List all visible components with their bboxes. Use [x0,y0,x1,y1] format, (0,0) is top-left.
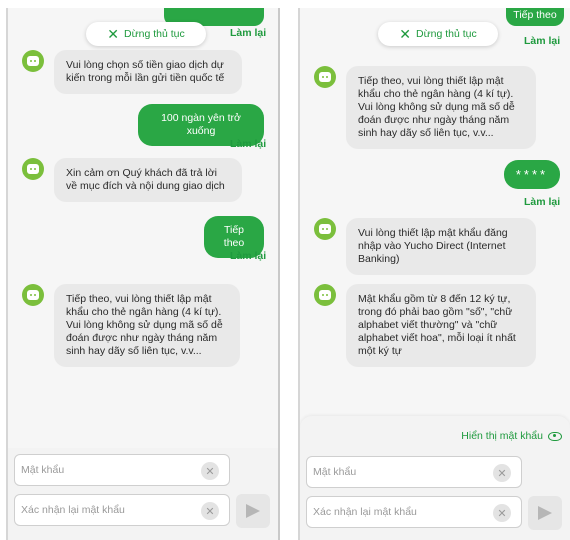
stop-procedure-label: Dừng thủ tục [416,28,477,40]
bot-message: Mật khẩu gồm từ 8 đến 12 ký tự, trong đó… [314,284,554,367]
redo-link[interactable]: Làm lại [524,196,560,208]
password-field[interactable]: ✕ [14,454,230,486]
bot-message: Tiếp theo, vui lòng thiết lập mật khẩu c… [314,66,554,149]
app-stage: ✕ Dừng thủ tục Làm lại Vui lòng chọn số … [0,0,570,540]
redo-link[interactable]: Làm lại [230,138,266,150]
close-icon: ✕ [107,25,119,42]
show-password-label: Hiển thị mật khẩu [461,430,543,442]
password-field[interactable]: ✕ [306,456,522,488]
password-input[interactable] [313,466,480,478]
chat-screen-right: Tiếp theo ✕ Dừng thủ tục Làm lại Tiếp th… [298,8,570,540]
input-panel: Hiển thị mật khẩu ✕ ✕ [300,416,570,540]
send-button[interactable] [236,494,270,528]
redo-link[interactable]: Làm lại [230,27,266,39]
bot-avatar-icon [22,284,44,306]
confirm-password-field[interactable]: ✕ [14,494,230,526]
confirm-password-field[interactable]: ✕ [306,496,522,528]
stop-procedure-button[interactable]: ✕ Dừng thủ tục [378,22,498,46]
clear-icon[interactable]: ✕ [493,504,511,522]
chat-screen-left: ✕ Dừng thủ tục Làm lại Vui lòng chọn số … [6,8,280,540]
bot-message: Vui lòng chọn số tiền giao dịch dự kiến … [22,50,262,94]
password-input[interactable] [21,464,188,476]
confirm-password-input[interactable] [21,504,188,516]
show-password-toggle[interactable]: Hiển thị mật khẩu [461,430,562,442]
send-icon [538,506,552,520]
bot-bubble: Vui lòng thiết lập mật khẩu đăng nhập và… [346,218,536,275]
redo-link[interactable]: Làm lại [524,35,560,47]
bot-bubble: Tiếp theo, vui lòng thiết lập mật khẩu c… [54,284,240,367]
clear-icon[interactable]: ✕ [493,464,511,482]
confirm-password-input[interactable] [313,506,480,518]
send-icon [246,504,260,518]
bot-bubble: Mật khẩu gồm từ 8 đến 12 ký tự, trong đó… [346,284,536,367]
eye-icon [548,431,562,441]
bot-avatar-icon [314,218,336,240]
clear-icon[interactable]: ✕ [201,462,219,480]
send-button[interactable] [528,496,562,530]
bot-avatar-icon [22,50,44,72]
bot-avatar-icon [314,66,336,88]
bot-avatar-icon [314,284,336,306]
bot-bubble: Xin cảm ơn Quý khách đã trả lời về mục đ… [54,158,242,202]
input-panel: ✕ ✕ [8,448,278,540]
bot-avatar-icon [22,158,44,180]
bot-message: Tiếp theo, vui lòng thiết lập mật khẩu c… [22,284,262,367]
clear-icon[interactable]: ✕ [201,502,219,520]
user-bubble-clipped: Tiếp theo [506,8,564,26]
bot-message: Xin cảm ơn Quý khách đã trả lời về mục đ… [22,158,262,202]
stop-procedure-button[interactable]: ✕ Dừng thủ tục [86,22,206,46]
bot-bubble: Vui lòng chọn số tiền giao dịch dự kiến … [54,50,242,94]
masked-password-bubble: **** [504,160,560,189]
bot-message: Vui lòng thiết lập mật khẩu đăng nhập và… [314,218,554,275]
close-icon: ✕ [399,25,411,42]
stop-procedure-label: Dừng thủ tục [124,28,185,40]
redo-link[interactable]: Làm lại [230,250,266,262]
bot-bubble: Tiếp theo, vui lòng thiết lập mật khẩu c… [346,66,536,149]
